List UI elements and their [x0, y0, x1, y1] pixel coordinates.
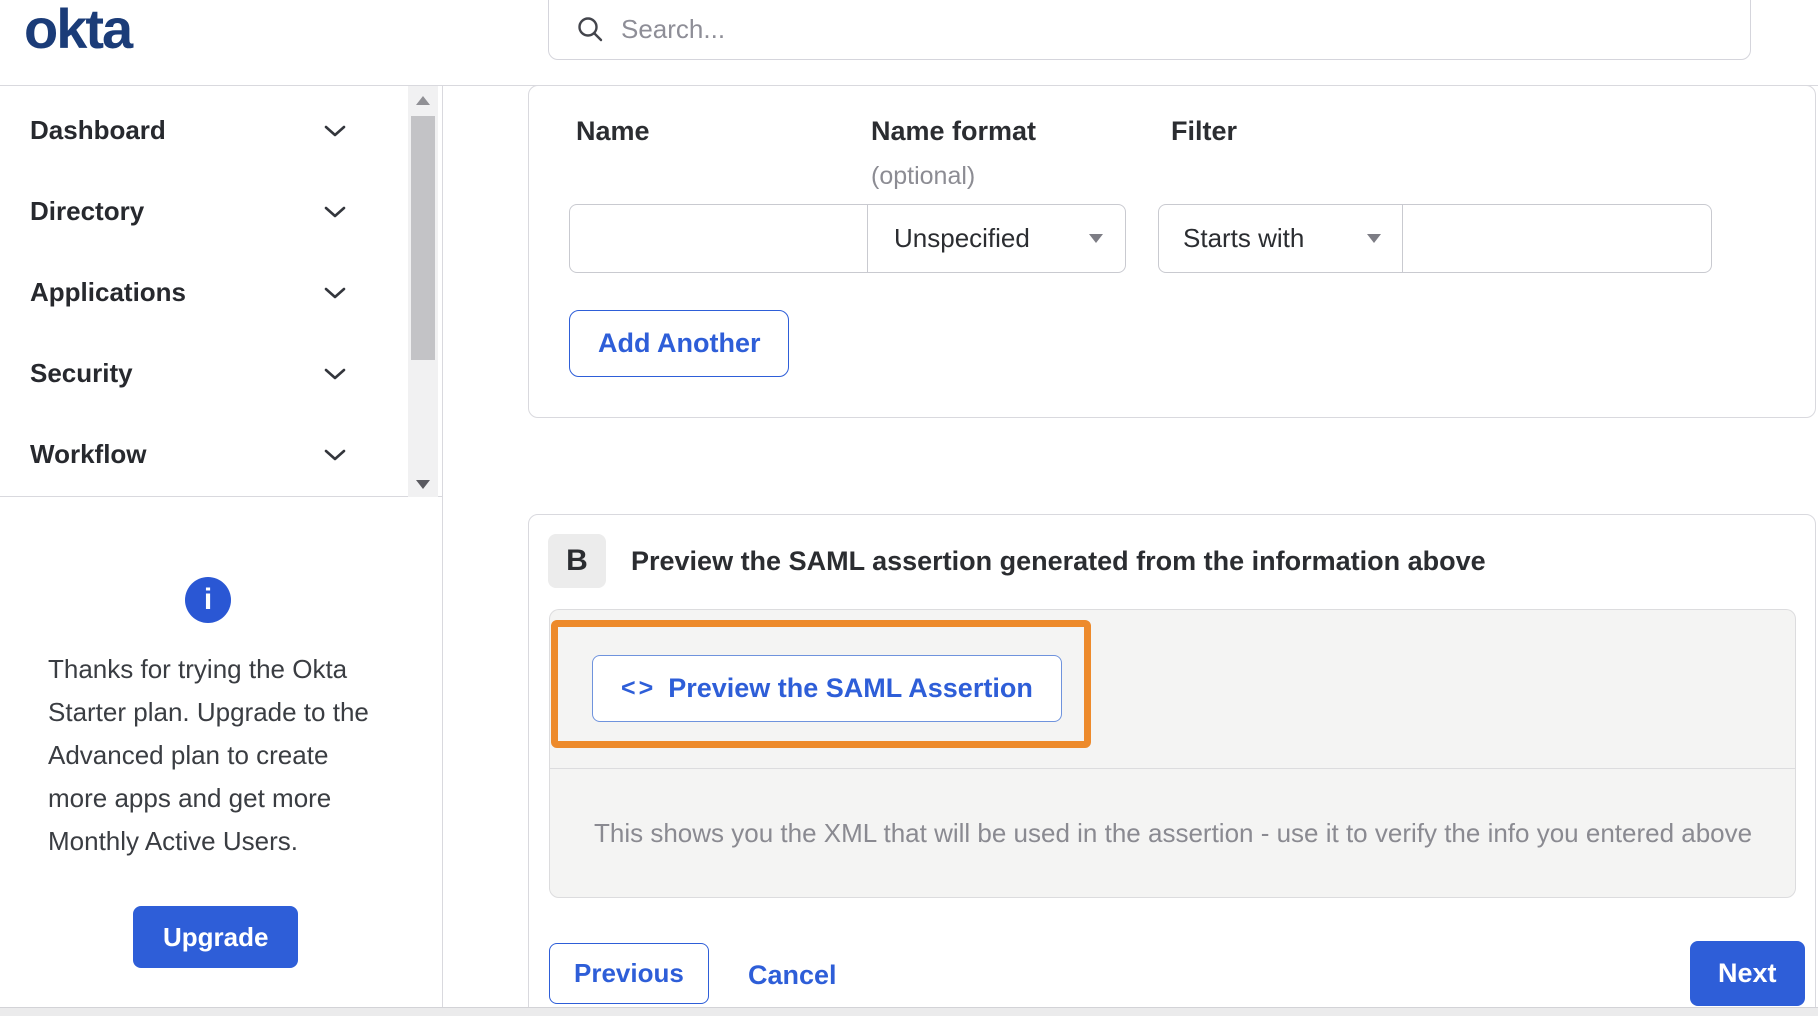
sidebar-item-label: Directory [30, 196, 145, 226]
sidebar-item-label: Workflow [30, 439, 147, 469]
cancel-link[interactable]: Cancel [748, 960, 837, 991]
filter-operator-select[interactable]: Starts with [1158, 204, 1404, 273]
chevron-down-icon [324, 368, 346, 379]
add-another-button[interactable]: Add Another [569, 310, 790, 377]
chevron-down-icon [324, 449, 346, 460]
preview-saml-card: B Preview the SAML assertion generated f… [528, 514, 1816, 1016]
preview-section-title: Preview the SAML assertion generated fro… [631, 546, 1486, 576]
name-format-hint: (optional) [871, 162, 976, 190]
previous-button[interactable]: Previous [549, 943, 709, 1004]
okta-admin-page: okta Dashboard Directory Applications Se… [0, 0, 1818, 1016]
sidebar-item-dashboard[interactable]: Dashboard [0, 90, 442, 171]
chevron-down-icon [324, 125, 346, 136]
search-input[interactable] [621, 13, 1671, 45]
sidebar-item-label: Applications [30, 277, 187, 307]
sidebar-item-label: Security [30, 358, 133, 388]
attribute-statements-card: Name Name format (optional) Filter Unspe… [528, 85, 1816, 418]
name-format-selected-value: Unspecified [894, 223, 1030, 253]
preview-saml-assertion-button[interactable]: <> Preview the SAML Assertion [592, 655, 1062, 722]
sidebar-divider [442, 85, 443, 1016]
next-button[interactable]: Next [1690, 941, 1805, 1006]
name-format-column-label: Name format [871, 116, 1037, 146]
sidebar-item-applications[interactable]: Applications [0, 252, 442, 333]
name-column-label: Name [576, 116, 650, 146]
dropdown-caret-icon [1367, 234, 1381, 243]
sidebar-item-label: Dashboard [30, 115, 166, 145]
preview-button-panel: <> Preview the SAML Assertion [549, 609, 1796, 768]
name-format-select[interactable]: Unspecified [867, 204, 1126, 273]
upgrade-button[interactable]: Upgrade [133, 906, 299, 968]
preview-note-text: This shows you the XML that will be used… [594, 817, 1753, 848]
viewport-bottom-strip [0, 1007, 1818, 1016]
search-icon [578, 17, 603, 42]
code-icon: <> [621, 674, 657, 702]
okta-logo[interactable]: okta [24, 0, 133, 61]
preview-note-panel: This shows you the XML that will be used… [549, 768, 1796, 898]
scroll-down-arrow-icon[interactable] [416, 480, 430, 489]
scroll-up-arrow-icon[interactable] [416, 96, 430, 105]
filter-value-input[interactable] [1402, 204, 1712, 273]
sidebar-item-security[interactable]: Security [0, 333, 442, 414]
sidebar-item-workflow[interactable]: Workflow [0, 414, 442, 495]
filter-column-label: Filter [1171, 116, 1238, 146]
filter-operator-selected-value: Starts with [1183, 223, 1305, 253]
plan-note: Thanks for trying the Okta Starter plan.… [48, 654, 369, 856]
chevron-down-icon [324, 206, 346, 217]
step-b-badge: B [548, 534, 606, 588]
info-icon: i [185, 577, 231, 623]
chevron-down-icon [324, 287, 346, 298]
scrollbar-thumb[interactable] [411, 116, 435, 360]
global-search[interactable] [548, 0, 1751, 60]
sidebar: Dashboard Directory Applications Securit… [0, 86, 442, 497]
sidebar-item-directory[interactable]: Directory [0, 171, 442, 252]
sidebar-scrollbar[interactable] [408, 86, 438, 497]
preview-button-label: Preview the SAML Assertion [668, 673, 1033, 703]
attribute-name-input[interactable] [569, 204, 869, 273]
dropdown-caret-icon [1089, 234, 1103, 243]
